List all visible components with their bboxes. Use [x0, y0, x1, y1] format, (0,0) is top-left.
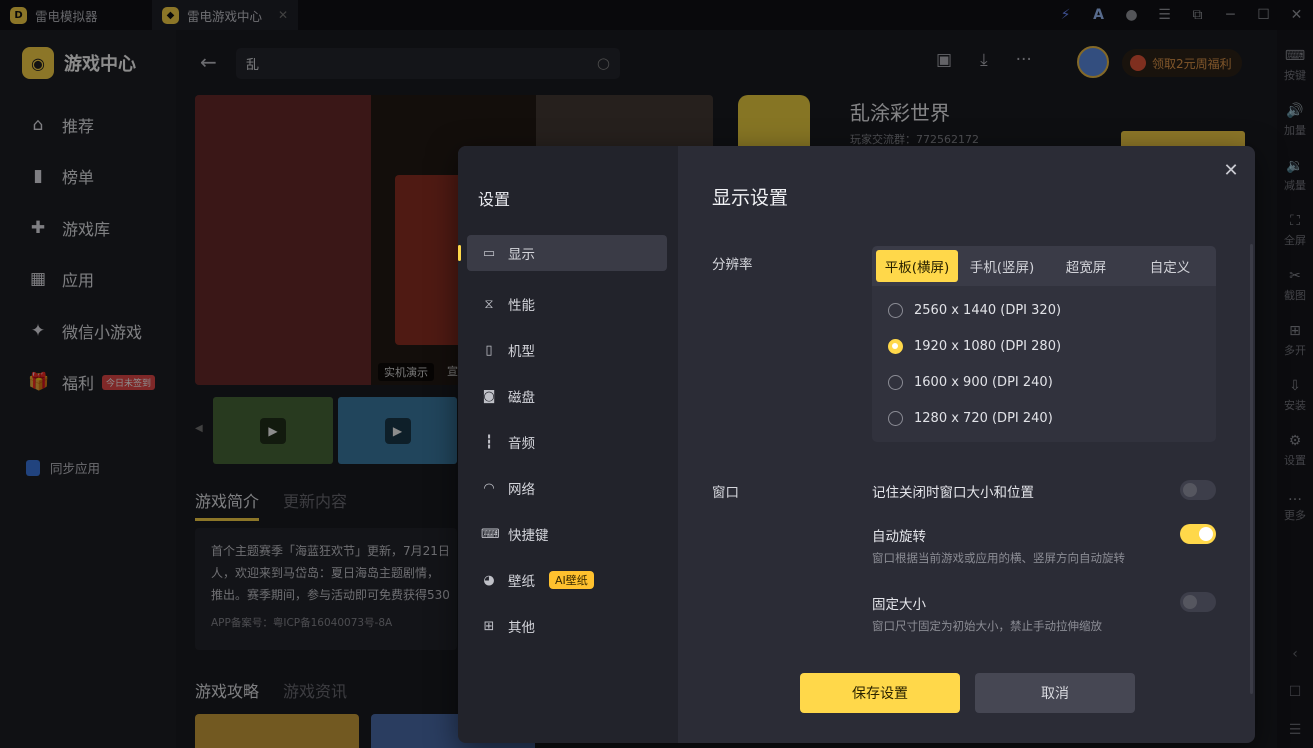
settings-nav-network[interactable]: ◠ 网络	[467, 465, 667, 511]
wifi-icon: ◠	[483, 480, 495, 496]
grid-icon: ⊞	[483, 618, 495, 634]
auto-rotate-toggle[interactable]	[1180, 524, 1216, 544]
settings-nav-label: 性能	[508, 298, 535, 314]
settings-title: 设置	[478, 190, 511, 209]
settings-nav-other[interactable]: ⊞ 其他	[467, 603, 667, 649]
radio-button[interactable]	[888, 410, 903, 426]
audio-icon: ┇	[485, 434, 493, 450]
resolution-tab-ultrawide[interactable]: 超宽屏	[1044, 250, 1128, 282]
performance-icon: ⧖	[484, 296, 494, 312]
settings-scrollbar[interactable]	[1250, 244, 1253, 694]
settings-nav-wallpaper[interactable]: ◕ 壁纸 AI壁纸	[467, 557, 667, 603]
settings-nav-performance[interactable]: ⧖ 性能	[467, 281, 667, 327]
resolution-tab-custom[interactable]: 自定义	[1128, 250, 1212, 282]
resolution-option[interactable]: 1600 x 900 (DPI 240)	[888, 372, 1053, 392]
resolution-tab-phone[interactable]: 手机(竖屏)	[960, 250, 1044, 282]
fixed-size-toggle[interactable]	[1180, 592, 1216, 612]
palette-icon: ◕	[483, 572, 495, 588]
settings-nav-model[interactable]: ▯ 机型	[467, 327, 667, 373]
settings-nav-label: 音频	[508, 436, 535, 452]
resolution-option-label: 1920 x 1080 (DPI 280)	[914, 338, 1062, 354]
dialog-close-icon[interactable]: ✕	[1221, 160, 1241, 181]
fixed-size-label: 固定大小	[872, 597, 926, 613]
radio-button[interactable]	[888, 374, 903, 390]
resolution-tab-tablet[interactable]: 平板(横屏)	[876, 250, 958, 282]
settings-sidebar: 设置 ▭ 显示 ⧖ 性能 ▯ 机型 ◙ 磁盘 ┇ 音频 ◠ 网络 ⌨ 快捷键 ◕ 壁纸 AI壁纸 …	[458, 146, 678, 743]
settings-nav-label: 磁盘	[508, 390, 535, 406]
disk-icon: ◙	[482, 388, 496, 404]
resolution-label: 分辨率	[712, 257, 753, 273]
monitor-icon: ▭	[482, 245, 496, 261]
resolution-option-label: 1280 x 720 (DPI 240)	[914, 410, 1053, 426]
settings-nav-label: 网络	[508, 482, 535, 498]
settings-nav-label: 快捷键	[508, 528, 549, 544]
save-settings-button[interactable]: 保存设置	[800, 673, 960, 713]
remember-window-label: 记住关闭时窗口大小和位置	[872, 485, 1034, 501]
settings-nav-display[interactable]: ▭ 显示	[458, 235, 667, 271]
settings-nav-shortcuts[interactable]: ⌨ 快捷键	[467, 511, 667, 557]
resolution-option-label: 1600 x 900 (DPI 240)	[914, 374, 1053, 390]
cancel-button[interactable]: 取消	[975, 673, 1135, 713]
phone-icon: ▯	[485, 342, 493, 358]
resolution-panel: 平板(横屏) 手机(竖屏) 超宽屏 自定义 2560 x 1440 (DPI 3…	[872, 246, 1216, 442]
resolution-option[interactable]: 2560 x 1440 (DPI 320)	[888, 300, 1061, 320]
resolution-option[interactable]: 1280 x 720 (DPI 240)	[888, 408, 1053, 428]
fixed-size-description: 窗口尺寸固定为初始大小，禁止手动拉伸缩放	[872, 619, 1102, 633]
settings-nav-label: 显示	[508, 247, 535, 263]
radio-button[interactable]	[888, 302, 903, 318]
auto-rotate-description: 窗口根据当前游戏或应用的横、竖屏方向自动旋转	[872, 551, 1125, 565]
radio-button-selected[interactable]	[888, 338, 903, 354]
settings-nav-disk[interactable]: ◙ 磁盘	[467, 373, 667, 419]
settings-nav: ▭ 显示 ⧖ 性能 ▯ 机型 ◙ 磁盘 ┇ 音频 ◠ 网络 ⌨ 快捷键 ◕ 壁纸 AI壁纸 ⊞ 其他	[458, 235, 667, 649]
keyboard-icon: ⌨	[481, 526, 500, 542]
settings-dialog: 设置 ▭ 显示 ⧖ 性能 ▯ 机型 ◙ 磁盘 ┇ 音频 ◠ 网络 ⌨ 快捷键 ◕ 壁纸 AI壁纸 …	[458, 146, 1255, 743]
resolution-tabs: 平板(横屏) 手机(竖屏) 超宽屏 自定义	[872, 246, 1216, 286]
remember-window-toggle[interactable]	[1180, 480, 1216, 500]
settings-nav-label: 壁纸	[508, 574, 535, 590]
settings-nav-label: 机型	[508, 344, 535, 360]
auto-rotate-label: 自动旋转	[872, 529, 926, 545]
resolution-option-label: 2560 x 1440 (DPI 320)	[914, 302, 1062, 318]
ai-wallpaper-badge: AI壁纸	[549, 571, 594, 589]
resolution-option[interactable]: 1920 x 1080 (DPI 280)	[888, 336, 1061, 356]
settings-nav-label: 其他	[508, 620, 535, 636]
settings-nav-audio[interactable]: ┇ 音频	[467, 419, 667, 465]
display-settings-title: 显示设置	[712, 187, 789, 209]
window-label: 窗口	[712, 485, 739, 501]
